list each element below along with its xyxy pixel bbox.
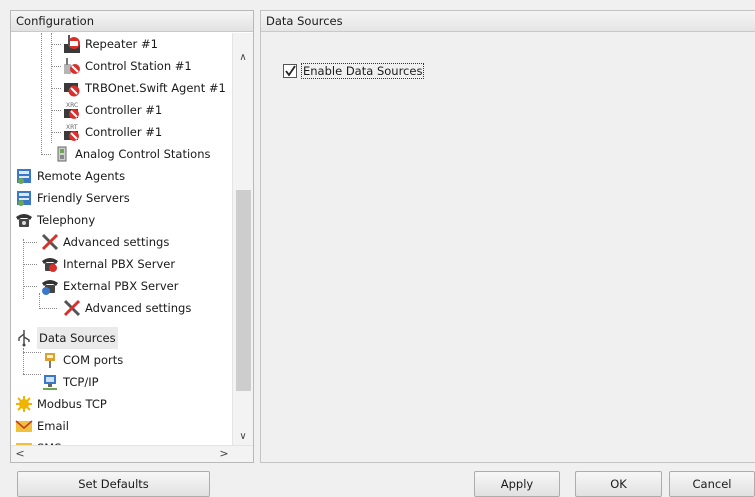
xrt-controller-icon: XRT	[63, 123, 81, 141]
tree-item-label: TRBOnet.Swift Agent #1	[85, 81, 226, 95]
tree-item-data-sources[interactable]: Data Sources	[15, 327, 118, 349]
repeater-icon	[63, 35, 81, 53]
cancel-button[interactable]: Cancel	[669, 471, 755, 497]
tree-item-friendly-servers[interactable]: Friendly Servers	[15, 187, 130, 209]
scroll-up-arrow-icon[interactable]: ∧	[233, 49, 253, 66]
telephone-icon	[15, 211, 33, 229]
enable-data-sources-checkbox[interactable]	[283, 64, 297, 78]
checkmark-icon	[285, 65, 296, 77]
tree-item-advanced-settings-external-pbx[interactable]: Advanced settings	[63, 297, 191, 319]
tree-item-label: Controller #1	[85, 103, 163, 117]
configuration-header: Configuration	[11, 11, 253, 32]
modbus-icon	[15, 395, 33, 413]
tree-item-email[interactable]: Email	[15, 415, 69, 437]
tree-item-analog-control-stations[interactable]: Analog Control Stations	[53, 143, 211, 165]
tree-item-label: Advanced settings	[85, 301, 192, 315]
usb-icon	[15, 329, 33, 347]
set-defaults-button[interactable]: Set Defaults	[17, 471, 210, 497]
scroll-right-arrow-icon[interactable]: >	[215, 446, 233, 462]
tree-item-label: Friendly Servers	[37, 191, 130, 205]
tree-item-remote-agents[interactable]: Remote Agents	[15, 165, 125, 187]
data-sources-panel: Data Sources Enable Data Sources	[260, 10, 755, 463]
tree-item-internal-pbx-server[interactable]: Internal PBX Server	[41, 253, 175, 275]
data-sources-header: Data Sources	[261, 11, 755, 32]
control-station-icon	[63, 57, 81, 75]
remote-agents-icon	[15, 167, 33, 185]
tree-item-controller-xrc[interactable]: XRC Controller #1	[63, 99, 162, 121]
tree-item-com-ports[interactable]: COM ports	[41, 349, 123, 371]
email-icon	[15, 417, 33, 435]
tree-item-advanced-settings-telephony[interactable]: Advanced settings	[41, 231, 169, 253]
tree-item-modbus-tcp[interactable]: Modbus TCP	[15, 393, 107, 415]
friendly-servers-icon	[15, 189, 33, 207]
scroll-down-arrow-icon[interactable]: ∨	[233, 428, 253, 445]
xrc-controller-icon: XRC	[63, 101, 81, 119]
tree-item-label: Remote Agents	[37, 169, 126, 183]
tree-item-telephony[interactable]: Telephony	[15, 209, 95, 231]
network-icon	[41, 373, 59, 391]
tools-icon	[63, 299, 81, 317]
svg-text:XRC: XRC	[66, 102, 78, 109]
enable-data-sources-label[interactable]: Enable Data Sources	[301, 63, 425, 79]
com-port-icon	[41, 351, 59, 369]
tree-item-label: Telephony	[37, 213, 96, 227]
scroll-thumb[interactable]	[236, 190, 251, 391]
tree-item-control-station-1[interactable]: Control Station #1	[63, 55, 192, 77]
svg-text:XRT: XRT	[66, 124, 78, 131]
tree-item-repeater-1[interactable]: Repeater #1	[63, 33, 158, 55]
pbx-icon	[41, 255, 59, 273]
tree-item-tcp-ip[interactable]: TCP/IP	[41, 371, 99, 393]
tree-item-label: Modbus TCP	[37, 397, 107, 411]
ok-button[interactable]: OK	[575, 471, 662, 497]
tools-icon	[41, 233, 59, 251]
tree-item-label: TCP/IP	[63, 375, 99, 389]
tree-item-label: Repeater #1	[85, 37, 158, 51]
tree-item-label: Controller #1	[85, 125, 163, 139]
tree-item-label: Internal PBX Server	[63, 257, 176, 271]
scroll-left-arrow-icon[interactable]: <	[11, 446, 29, 462]
tree-item-label: Email	[37, 419, 69, 433]
tree-item-label: COM ports	[63, 353, 124, 367]
configuration-panel: Configuration Repeater #1 Control Statio…	[10, 10, 254, 463]
apply-button[interactable]: Apply	[474, 471, 560, 497]
analog-station-icon	[53, 145, 71, 163]
tree-item-label: Analog Control Stations	[75, 147, 211, 161]
enable-data-sources-row[interactable]: Enable Data Sources	[283, 63, 425, 79]
pbx-icon	[41, 277, 59, 295]
tree-item-label: Data Sources	[37, 327, 118, 349]
tree-item-controller-xrt[interactable]: XRT Controller #1	[63, 121, 162, 143]
tree-item-label: External PBX Server	[63, 279, 179, 293]
tree-item-external-pbx-server[interactable]: External PBX Server	[41, 275, 178, 297]
tree-horizontal-scrollbar[interactable]: < >	[11, 445, 253, 462]
swift-agent-icon	[63, 79, 81, 97]
tree-item-label: Control Station #1	[85, 59, 192, 73]
tree-item-label: Advanced settings	[63, 235, 170, 249]
tree-vertical-scrollbar[interactable]: ∧ ∨	[232, 33, 253, 446]
configuration-tree: Repeater #1 Control Station #1 TRBOnet.S…	[11, 33, 232, 446]
tree-item-swift-agent-1[interactable]: TRBOnet.Swift Agent #1	[63, 77, 226, 99]
